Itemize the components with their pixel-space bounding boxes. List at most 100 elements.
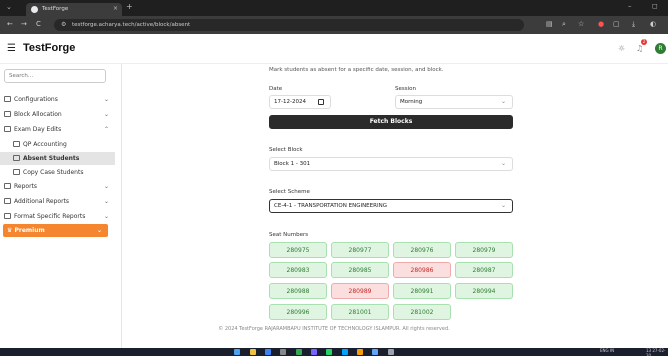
scheme-select[interactable]: CE-4-1 - TRANSPORTATION ENGINEERING ⌄ (269, 199, 513, 213)
seat-button[interactable]: 280994 (455, 283, 513, 299)
folder-icon (4, 111, 11, 117)
date-value: 17-12-2024 (274, 99, 306, 105)
sidebar-item-absent-students[interactable]: Absent Students (0, 152, 115, 165)
edge-icon[interactable] (342, 349, 348, 355)
session-select[interactable]: Morning ⌄ (395, 95, 513, 109)
forward-icon[interactable]: → (21, 20, 27, 28)
file-icon (13, 169, 20, 175)
avatar[interactable]: R (655, 43, 666, 54)
block-value: Block 1 - 301 (274, 161, 311, 167)
folder-icon (4, 126, 11, 132)
sidebar-item-label: Absent Students (23, 155, 80, 162)
extension-icon[interactable]: ● (598, 20, 604, 28)
sidebar-item-label: Exam Day Edits (14, 126, 62, 133)
browser-tab-bar: ⌄ TestForge × + – ◻ (0, 0, 668, 16)
sidebar-item-premium[interactable]: ♛ Premium ⌄ (3, 224, 108, 237)
back-icon[interactable]: ← (7, 20, 13, 28)
close-tab-icon[interactable]: × (113, 5, 118, 12)
app-icon[interactable] (311, 349, 317, 355)
chevron-down-icon: ⌄ (500, 202, 506, 209)
seat-button[interactable]: 280975 (269, 242, 327, 258)
seat-button[interactable]: 280977 (331, 242, 389, 258)
sidebar-item-format-specific-reports[interactable]: Format Specific Reports ⌄ (0, 210, 115, 223)
browser-tab[interactable]: TestForge × (26, 3, 122, 16)
sidebar-search-input[interactable] (4, 69, 106, 83)
theme-toggle-icon[interactable]: ☼ (618, 44, 625, 53)
seat-button[interactable]: 280983 (269, 262, 327, 278)
seat-button[interactable]: 280985 (331, 262, 389, 278)
url-field[interactable]: ⚙ testforge.acharya.tech/active/block/ab… (54, 19, 524, 31)
download-icon[interactable]: ⤓ (632, 20, 635, 29)
sidebar-item-exam-day-edits[interactable]: Exam Day Edits ⌃ (0, 123, 115, 136)
seat-button-absent[interactable]: 280986 (393, 262, 451, 278)
region-text: IN (609, 348, 615, 353)
block-select[interactable]: Block 1 - 301 ⌄ (269, 157, 513, 171)
seat-numbers-label: Seat Numbers (269, 232, 309, 238)
calendar-icon[interactable] (318, 99, 324, 105)
sidebar-item-reports[interactable]: Reports ⌄ (0, 180, 115, 193)
seat-button-absent[interactable]: 280989 (331, 283, 389, 299)
chevron-down-icon: ⌄ (96, 227, 102, 234)
chevron-down-icon: ⌄ (103, 183, 109, 190)
seat-button[interactable]: 280991 (393, 283, 451, 299)
file-icon (13, 155, 20, 161)
tab-list-icon[interactable]: ⌄ (6, 3, 12, 11)
seat-button[interactable]: 280987 (455, 262, 513, 278)
chrome-icon[interactable] (296, 349, 302, 355)
seat-button[interactable]: 281001 (331, 304, 389, 320)
restore-icon[interactable]: ◻ (652, 2, 658, 10)
minimize-icon[interactable]: – (628, 2, 632, 10)
zoom-icon[interactable]: ⌕ (562, 20, 566, 29)
sidebar-item-block-allocation[interactable]: Block Allocation ⌄ (0, 108, 115, 121)
notification-count-badge: 2 (641, 39, 647, 45)
new-tab-icon[interactable]: + (126, 2, 133, 11)
file-explorer-icon[interactable] (250, 349, 256, 355)
menu-icon[interactable]: ☰ (7, 43, 16, 54)
vscode-icon[interactable] (265, 349, 271, 355)
folder-icon (4, 183, 11, 189)
sidebar-item-label: Additional Reports (14, 198, 70, 205)
session-value: Morning (400, 99, 423, 105)
chevron-down-icon: ⌄ (500, 98, 506, 105)
sidebar-item-copy-case-students[interactable]: Copy Case Students (0, 166, 115, 179)
windows-taskbar: ENG IN 13 27-02-20 (0, 348, 668, 356)
seat-button[interactable]: 281002 (393, 304, 451, 320)
sidebar-item-label: Configurations (14, 96, 58, 103)
app-header: ☰ TestForge ☼ ♫ 2 R (0, 34, 668, 64)
reload-icon[interactable]: C (36, 20, 41, 28)
sidebar-item-label: Block Allocation (14, 111, 62, 118)
chevron-down-icon: ⌄ (103, 111, 109, 118)
sidebar-item-label: Copy Case Students (23, 169, 84, 176)
seat-button[interactable]: 280988 (269, 283, 327, 299)
app-icon[interactable] (280, 349, 286, 355)
extensions-puzzle-icon[interactable]: ▢ (613, 20, 620, 28)
date-field[interactable]: 17-12-2024 (269, 95, 331, 109)
whatsapp-icon[interactable] (326, 349, 332, 355)
bookmark-star-icon[interactable]: ☆ (578, 20, 584, 28)
folder-icon (4, 198, 11, 204)
favicon-icon (31, 6, 38, 13)
profile-icon[interactable]: ◐ (650, 20, 656, 28)
address-bar-row: ← → C ⚙ testforge.acharya.tech/active/bl… (0, 16, 668, 34)
translate-icon[interactable]: ▤ (546, 20, 553, 28)
app-icon[interactable] (357, 349, 363, 355)
sidebar-item-configurations[interactable]: Configurations ⌄ (0, 93, 115, 106)
seat-button[interactable]: 280996 (269, 304, 327, 320)
clock[interactable]: 13 27-02-20 (646, 348, 668, 356)
seat-button[interactable]: 280979 (455, 242, 513, 258)
language-indicator[interactable]: ENG IN (600, 348, 614, 353)
seat-button[interactable]: 280976 (393, 242, 451, 258)
app-icon[interactable] (372, 349, 378, 355)
scheme-value: CE-4-1 - TRANSPORTATION ENGINEERING (274, 203, 387, 209)
chevron-down-icon: ⌄ (103, 96, 109, 103)
sidebar-item-additional-reports[interactable]: Additional Reports ⌄ (0, 195, 115, 208)
fetch-blocks-button[interactable]: Fetch Blocks (269, 115, 513, 129)
windows-start-icon[interactable] (234, 349, 240, 355)
sidebar: Configurations ⌄ Block Allocation ⌄ Exam… (0, 64, 122, 348)
sidebar-item-label: Premium (14, 227, 45, 234)
date-label: Date (269, 86, 283, 92)
sidebar-item-qp-accounting[interactable]: QP Accounting (0, 138, 115, 151)
site-info-icon[interactable]: ⚙ (61, 21, 66, 28)
notification-bell-icon[interactable]: ♫ (636, 44, 643, 53)
app-icon[interactable] (388, 349, 394, 355)
